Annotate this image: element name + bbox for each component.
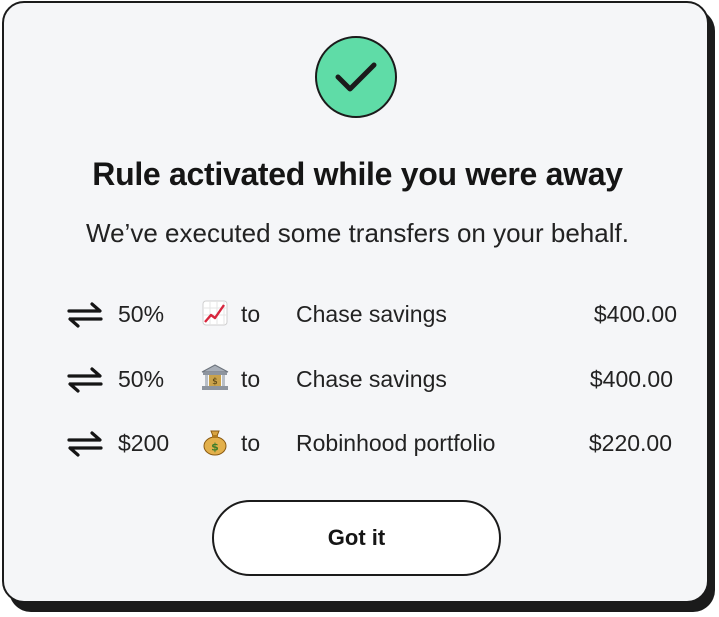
- bank-icon: $: [200, 363, 230, 393]
- money-bag-icon: $: [200, 427, 230, 457]
- transfer-destination: Chase savings: [296, 366, 447, 392]
- transfer-connector: to: [241, 430, 261, 456]
- transfer-row: 50% to Chase savings $400.00: [0, 294, 715, 334]
- svg-text:$: $: [212, 377, 218, 387]
- transfer-amount-rule: $200: [118, 430, 170, 456]
- chart-increasing-icon: [200, 298, 230, 328]
- transfer-amount: $400.00: [589, 366, 673, 392]
- transfer-arrows-icon: [66, 367, 104, 399]
- svg-text:$: $: [211, 441, 219, 454]
- transfer-amount: $220.00: [588, 430, 672, 456]
- transfer-destination: Robinhood portfolio: [296, 430, 496, 456]
- transfer-row: $200 $ to Robinhood portfolio $220.00: [0, 423, 715, 463]
- got-it-button[interactable]: Got it: [212, 500, 501, 576]
- transfer-amount-rule: 50%: [118, 366, 165, 392]
- transfer-amount-rule: 50%: [118, 301, 165, 327]
- transfer-connector: to: [241, 301, 261, 327]
- success-check-icon: [315, 36, 397, 118]
- transfer-connector: to: [241, 366, 261, 392]
- transfer-arrows-icon: [66, 431, 104, 463]
- transfer-arrows-icon: [66, 302, 104, 334]
- dialog-title: Rule activated while you were away: [92, 156, 623, 192]
- dialog-subtitle: We’ve executed some transfers on your be…: [86, 218, 629, 248]
- transfer-destination: Chase savings: [296, 301, 447, 327]
- transfer-row: 50% $ to Chase savings $400.00: [0, 359, 715, 399]
- transfer-amount: $400.00: [593, 301, 677, 327]
